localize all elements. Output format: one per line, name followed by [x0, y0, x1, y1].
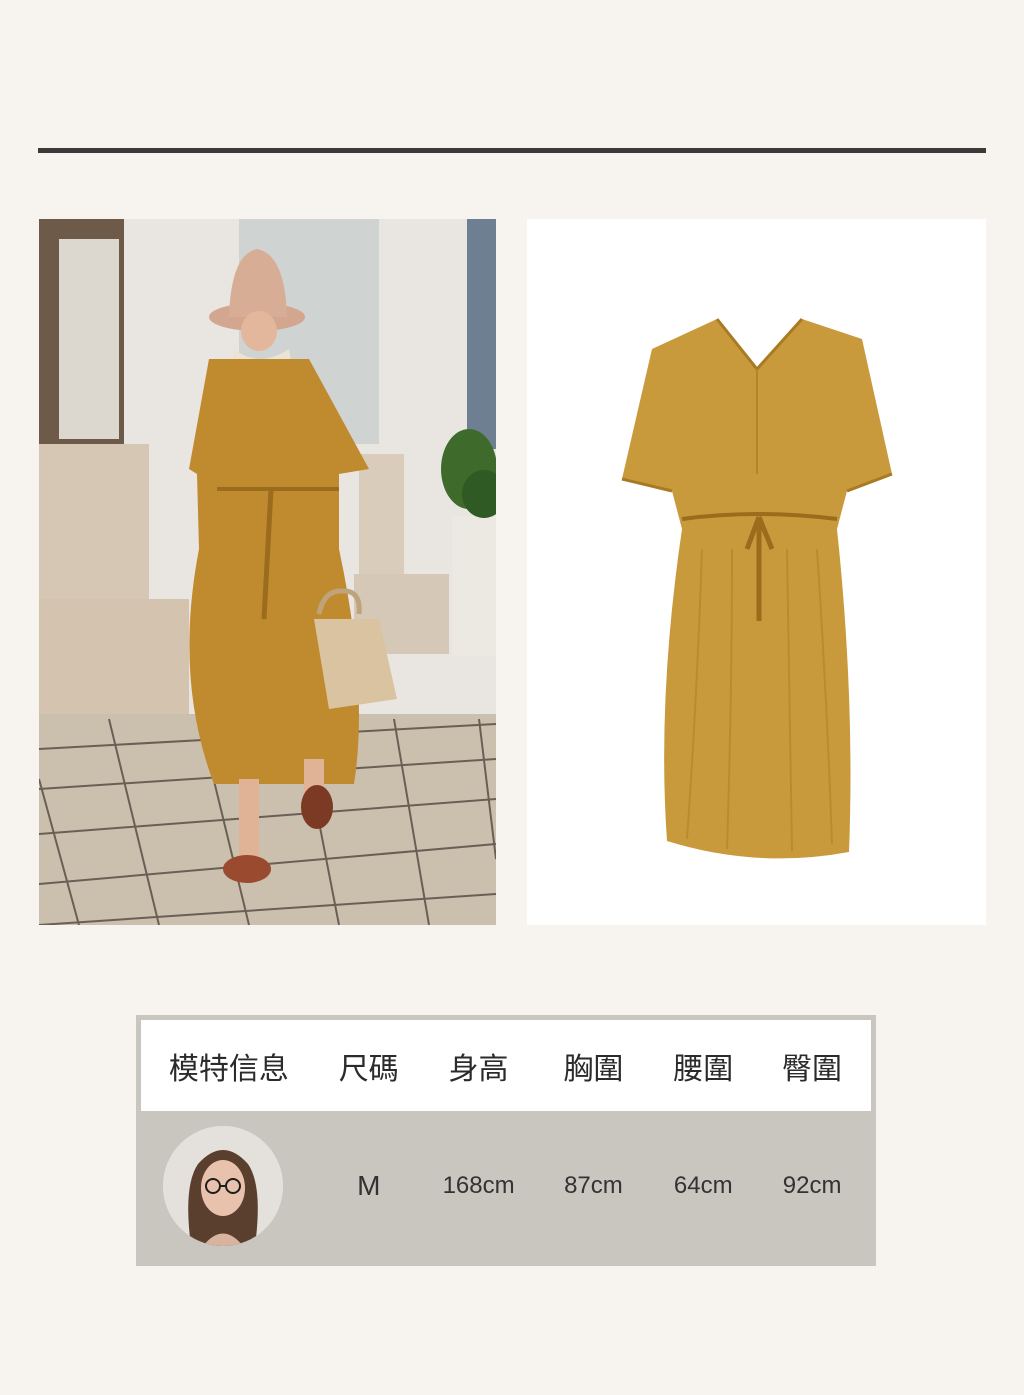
model-height: 168cm — [442, 1172, 515, 1199]
header-waist: 腰圍 — [673, 1051, 734, 1087]
model-info-table: 模特信息 尺碼 身高 胸圍 腰圍 臀圍 M 168cm 87cm 64cm 92… — [136, 1015, 876, 1266]
model-waist: 64cm — [673, 1172, 733, 1199]
model-bust: 87cm — [564, 1172, 623, 1199]
header-hips: 臀圍 — [782, 1051, 843, 1087]
product-photo-illustration — [527, 219, 986, 925]
model-avatar-icon — [163, 1126, 283, 1246]
model-photo — [39, 219, 496, 925]
avatar-illustration — [163, 1126, 283, 1246]
header-size: 尺碼 — [338, 1051, 399, 1087]
header-bust: 胸圍 — [563, 1051, 624, 1087]
table-header-row: 模特信息 尺碼 身高 胸圍 腰圍 臀圍 — [141, 1020, 871, 1111]
model-size: M — [357, 1170, 381, 1201]
table-row: M 168cm 87cm 64cm 92cm — [141, 1121, 871, 1251]
model-photo-illustration — [39, 219, 496, 925]
header-model-info: 模特信息 — [168, 1051, 289, 1087]
model-hips: 92cm — [782, 1172, 842, 1199]
product-photo — [527, 219, 986, 925]
section-divider — [38, 148, 986, 153]
header-height: 身高 — [448, 1051, 509, 1087]
